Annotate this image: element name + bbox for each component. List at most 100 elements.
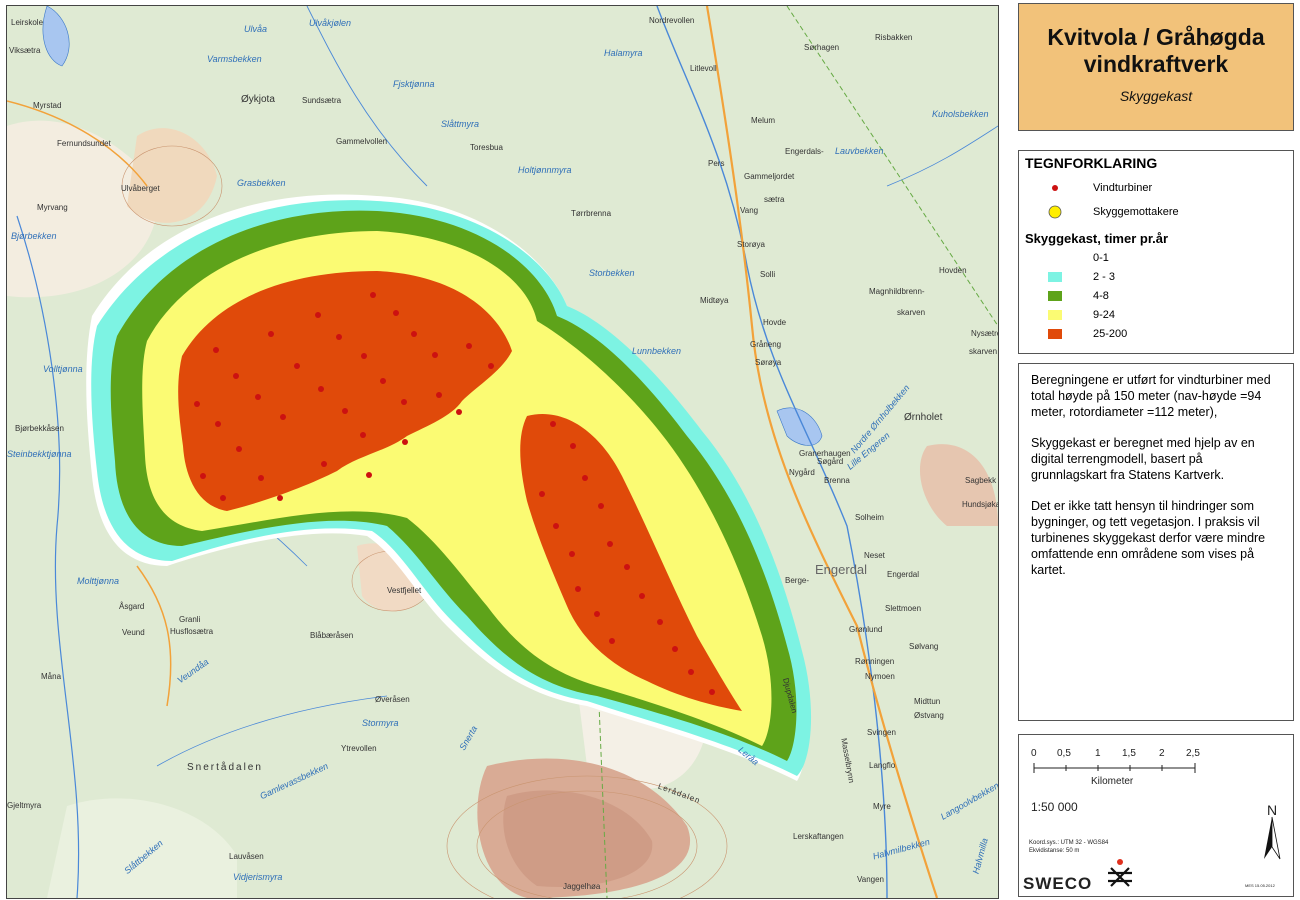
north-arrow-icon (1264, 816, 1281, 860)
map-label: Tørrbrenna (571, 209, 612, 218)
map-label: Engerdal (815, 562, 868, 577)
map-label: sætra (764, 195, 785, 204)
legend-swatch (1048, 310, 1062, 320)
north-label: N (1267, 802, 1278, 818)
wind-turbine (361, 353, 367, 359)
map-label: Engerdals- (785, 147, 824, 156)
legend-label: 0-1 (1093, 252, 1109, 264)
wind-turbine (360, 432, 366, 438)
map-label: Midtøya (700, 296, 729, 305)
map-label: Vang (740, 206, 759, 215)
map-label: Snertådalen (187, 762, 263, 773)
map-label: Myrstad (33, 101, 62, 110)
wind-turbine (393, 310, 399, 316)
map-label: Østvang (914, 711, 944, 720)
wind-turbine (370, 292, 376, 298)
wind-turbine (277, 495, 283, 501)
map-label: Volltjønna (43, 364, 83, 374)
map-label: Gråneng (750, 340, 782, 349)
wind-turbine (200, 473, 206, 479)
legend-class-row: 0-1 (1047, 250, 1109, 266)
equidistance-text: Ekvidistanse: 50 m (1029, 848, 1080, 854)
scale-unit-label: Kilometer (1091, 776, 1134, 787)
map-label: Sundsætra (302, 96, 342, 105)
legend-box: TEGNFORKLARING Vindturbiner Skyggemottak… (1018, 150, 1294, 354)
wind-turbine (220, 495, 226, 501)
legend-class-row: 2 - 3 (1047, 269, 1115, 285)
map-label: Risbakken (875, 33, 913, 42)
scale-tick-label: 0,5 (1057, 748, 1071, 759)
wind-turbine (215, 421, 221, 427)
map-label: Slettmoen (885, 604, 922, 613)
wind-turbine (594, 611, 600, 617)
wind-turbine (466, 343, 472, 349)
legend-label: 4-8 (1093, 290, 1109, 302)
wind-turbine (639, 593, 645, 599)
map-canvas[interactable]: Leirskole Viksætra Ulvåa Ulvåkjølen Varm… (6, 5, 999, 899)
map-label: Grønlund (849, 625, 883, 634)
map-label: Ørnholet (904, 412, 943, 423)
map-label: Åsgard (119, 602, 145, 611)
wind-turbine (268, 331, 274, 337)
wind-turbine (411, 331, 417, 337)
map-label: Storøya (737, 240, 766, 249)
map-label: Molttjønna (77, 576, 120, 586)
map-label: Lauvåsen (229, 852, 264, 861)
map-label: Nygård (789, 468, 815, 477)
wind-turbine (598, 503, 604, 509)
map-label: Søgård (817, 457, 844, 466)
scale-tick-label: 2 (1159, 748, 1165, 759)
scale-tick-label: 1 (1095, 748, 1101, 759)
wind-turbine (236, 446, 242, 452)
map-label: Vestfjellet (387, 586, 422, 595)
map-label: Halamyra (604, 48, 643, 58)
legend-swatch (1048, 253, 1062, 263)
map-label: Øykjota (241, 94, 275, 105)
map-label: Grasbekken (237, 178, 286, 188)
legend-item-turbine: Vindturbiner (1047, 180, 1152, 196)
legend-class-row: 9-24 (1047, 307, 1115, 323)
wind-turbine (657, 619, 663, 625)
wind-turbine (194, 401, 200, 407)
wind-turbine (233, 373, 239, 379)
map-label: Slåttmyra (441, 119, 480, 129)
wind-turbine (550, 421, 556, 427)
scale-graphics (1033, 763, 1281, 887)
legend-label: 9-24 (1093, 309, 1116, 321)
wind-turbine (315, 312, 321, 318)
legend-heading: TEGNFORKLARING (1025, 155, 1158, 171)
map-label: Måna (41, 672, 62, 681)
map-label: Neset (864, 551, 885, 560)
notes-box: Beregningene er utført for vindturbiner … (1018, 363, 1294, 721)
wind-turbine (624, 564, 630, 570)
map-label: Hovden (939, 266, 967, 275)
map-label: Ulvåberget (121, 184, 160, 193)
coord-sys-text: Koord.sys.: UTM 32 - WGS84 (1029, 840, 1109, 846)
map-label: Pers (708, 159, 725, 168)
wind-turbine (402, 439, 408, 445)
map-label: Veund (122, 628, 145, 637)
map-label: Nymoen (865, 672, 895, 681)
map-label: Fernundsundet (57, 139, 111, 148)
wind-turbine (570, 443, 576, 449)
legend-label: 25-200 (1093, 328, 1128, 340)
wind-turbine (569, 551, 575, 557)
wind-turbine (575, 586, 581, 592)
map-label: Nordrevollen (649, 16, 695, 25)
date-stamp: MES 15.05.2012 (1245, 883, 1275, 888)
map-label: Toresbua (470, 143, 503, 152)
wind-turbine (709, 689, 715, 695)
map-label: Myrvang (37, 203, 68, 212)
scale-box: 0 0,5 1 1,5 2 2,5 Kilometer 1:50 000 Koo… (1018, 734, 1294, 897)
wind-turbine (688, 669, 694, 675)
wind-turbine (342, 408, 348, 414)
map-label: Steinbekktjønna (7, 449, 72, 459)
wind-turbine (318, 386, 324, 392)
map-label: Vangen (857, 875, 884, 884)
legend-item-receptor: Skyggemottakere (1047, 204, 1179, 220)
receptor-circle-icon (1048, 205, 1062, 219)
map-label: Bjørbekkåsen (15, 424, 64, 433)
map-label: Magnhildbrenn- (869, 287, 925, 296)
sweco-logo-icon (1108, 859, 1132, 887)
wind-turbine (213, 347, 219, 353)
